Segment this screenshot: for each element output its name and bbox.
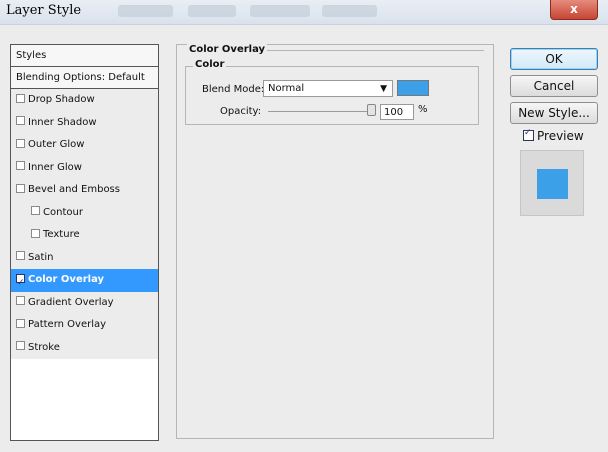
group-title: Color Overlay	[187, 44, 268, 55]
effect-item[interactable]: Color Overlay	[11, 269, 158, 294]
effect-label: Color Overlay	[28, 274, 105, 285]
blend-mode-value: Normal	[268, 83, 305, 94]
opacity-unit: %	[418, 104, 428, 115]
new-style-button[interactable]: New Style...	[510, 102, 598, 124]
effect-item[interactable]: Pattern Overlay	[11, 314, 158, 337]
preview-toggle[interactable]: Preview	[523, 128, 584, 143]
effect-item[interactable]: Drop Shadow	[11, 89, 158, 112]
effect-checkbox[interactable]	[31, 228, 40, 238]
blurred-region	[188, 5, 236, 17]
effect-label: Bevel and Emboss	[28, 184, 120, 195]
effect-item[interactable]: Texture	[11, 224, 158, 247]
effect-checkbox[interactable]	[31, 206, 40, 215]
effect-checkbox[interactable]	[16, 138, 25, 148]
effect-checkbox[interactable]	[16, 341, 25, 350]
effect-checkbox[interactable]	[16, 296, 25, 305]
opacity-slider-track[interactable]	[268, 111, 374, 112]
blend-mode-label: Blend Mode:	[202, 84, 265, 95]
effect-item[interactable]: Satin	[11, 247, 158, 270]
title-bar: Layer Style x	[0, 0, 608, 25]
preview-label: Preview	[537, 129, 584, 143]
effect-label: Stroke	[28, 341, 60, 353]
effect-item[interactable]: Stroke	[11, 337, 158, 360]
effect-label: Gradient Overlay	[28, 296, 114, 308]
opacity-slider-thumb[interactable]	[367, 104, 376, 116]
effect-checkbox[interactable]	[16, 318, 25, 328]
styles-header[interactable]: Styles	[11, 45, 158, 67]
effect-checkbox[interactable]	[16, 116, 25, 125]
close-icon: x	[570, 2, 578, 16]
effect-item[interactable]: Contour	[11, 202, 158, 225]
window-title: Layer Style	[6, 3, 82, 18]
effect-label: Inner Shadow	[28, 116, 97, 128]
blurred-region	[250, 5, 310, 17]
opacity-input[interactable]: 100	[380, 104, 414, 120]
effect-checkbox[interactable]	[16, 93, 25, 103]
effect-checkbox[interactable]	[16, 183, 25, 193]
effects-list: Drop Shadow Inner Shadow Outer Glow Inner G…	[11, 89, 158, 359]
effect-label: Inner Glow	[28, 161, 82, 173]
group-divider	[266, 50, 484, 51]
effect-checkbox[interactable]	[16, 251, 25, 260]
blend-mode-select[interactable]: Normal ▼	[263, 80, 393, 97]
overlay-color-swatch[interactable]	[397, 80, 429, 96]
close-button[interactable]: x	[550, 0, 598, 20]
effect-item[interactable]: Outer Glow	[11, 134, 158, 157]
effect-label: Satin	[28, 251, 54, 263]
effect-checkbox[interactable]	[16, 161, 25, 170]
preview-swatch	[537, 169, 568, 199]
ok-button[interactable]: OK	[510, 48, 598, 70]
color-subgroup-title: Color	[193, 59, 227, 70]
chevron-down-icon: ▼	[380, 84, 387, 94]
effect-item[interactable]: Gradient Overlay	[11, 292, 158, 315]
effect-label: Drop Shadow	[28, 94, 95, 105]
styles-list: Styles Blending Options: Default Drop Sh…	[10, 44, 159, 441]
blurred-region	[118, 5, 173, 17]
effect-label: Texture	[43, 229, 80, 240]
cancel-button[interactable]: Cancel	[510, 75, 598, 97]
blending-options-item[interactable]: Blending Options: Default	[11, 67, 158, 89]
blurred-region	[322, 5, 377, 17]
effect-label: Outer Glow	[28, 139, 85, 150]
effect-label: Pattern Overlay	[28, 319, 107, 330]
effect-checkbox[interactable]	[16, 272, 25, 294]
effect-label: Contour	[43, 206, 83, 218]
preview-checkbox[interactable]	[523, 128, 534, 141]
effect-item[interactable]: Bevel and Emboss	[11, 179, 158, 202]
opacity-label: Opacity:	[220, 106, 262, 117]
effect-item[interactable]: Inner Shadow	[11, 112, 158, 135]
preview-thumbnail	[520, 150, 584, 216]
effect-item[interactable]: Inner Glow	[11, 157, 158, 180]
